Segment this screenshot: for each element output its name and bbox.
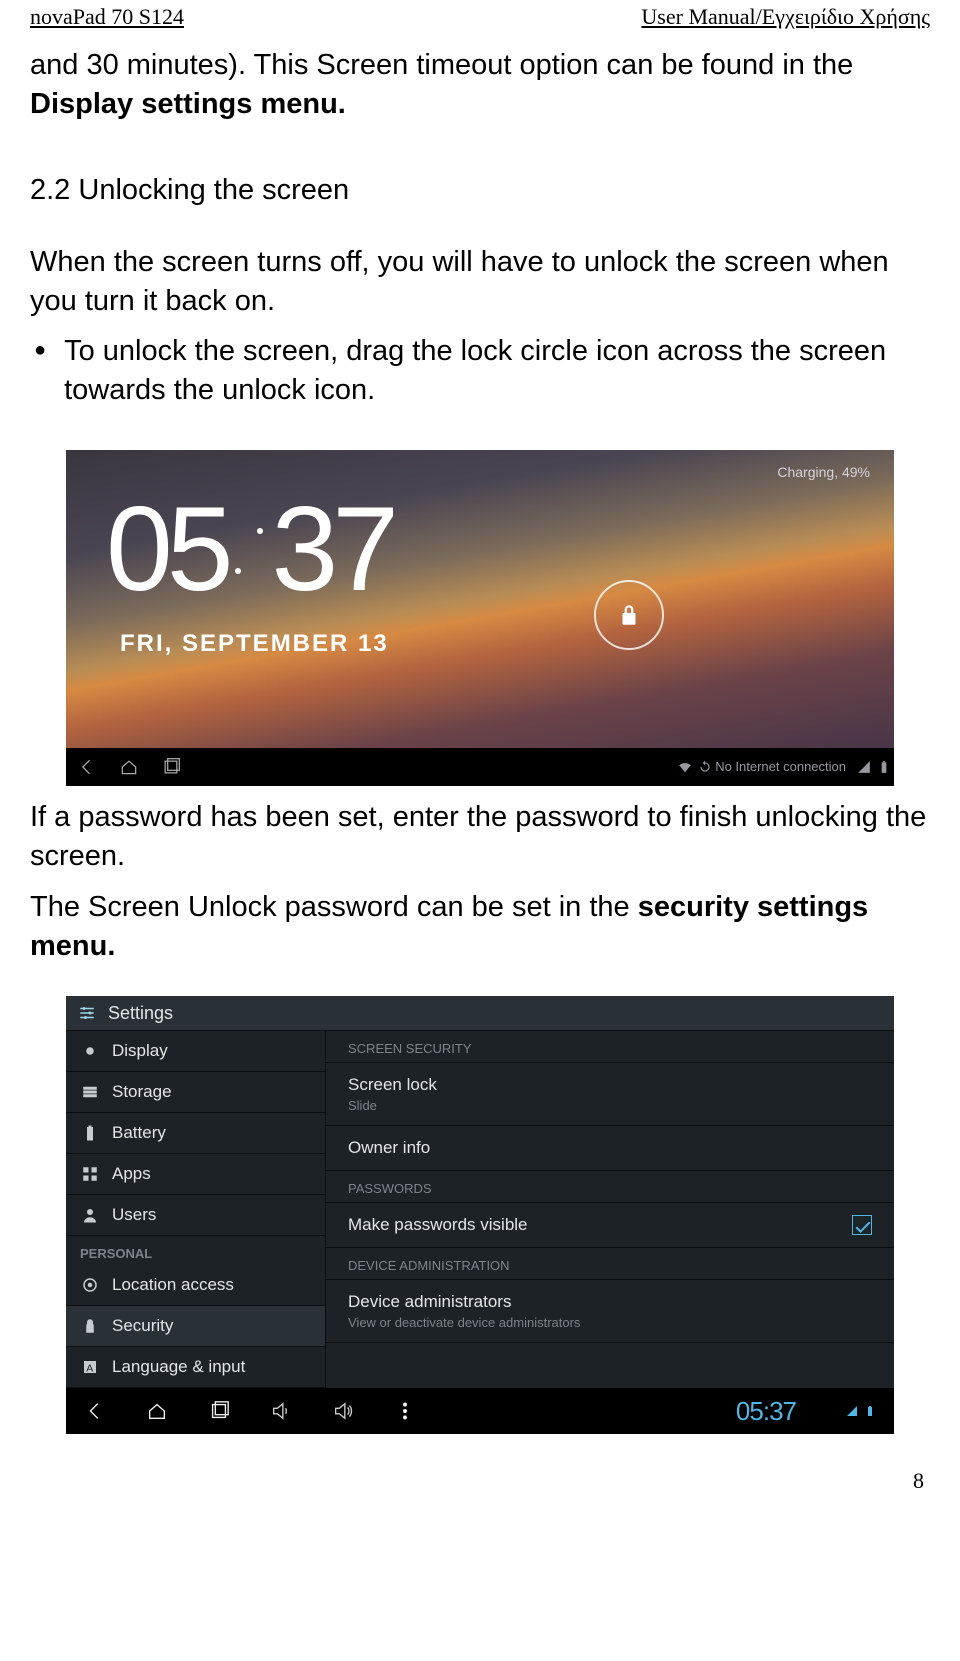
nav-recent-icon[interactable]: [150, 748, 192, 786]
users-icon: [80, 1206, 100, 1224]
navbar-status-icons: [846, 1405, 876, 1417]
signal-icon: [854, 760, 874, 774]
sidebar-item-users[interactable]: Users: [66, 1195, 325, 1236]
settings-header: Settings: [66, 996, 894, 1031]
volume-down-icon[interactable]: [270, 1400, 292, 1422]
nav-recent-icon[interactable]: [208, 1400, 230, 1422]
settings-detail: SCREEN SECURITY Screen lock Slide Owner …: [326, 1031, 894, 1388]
location-icon: [80, 1276, 100, 1294]
signal-icon: [846, 1405, 858, 1417]
lockscreen-date: FRI, SEPTEMBER 13: [120, 630, 389, 658]
connection-status: No Internet connection: [715, 759, 846, 774]
sidebar-item-storage[interactable]: Storage: [66, 1072, 325, 1113]
svg-text:A: A: [86, 1363, 93, 1375]
category-passwords: PASSWORDS: [326, 1171, 894, 1203]
setting-screen-lock[interactable]: Screen lock Slide: [326, 1063, 894, 1126]
page-number: 8: [30, 1468, 930, 1494]
lockscreen-navbar: No Internet connection: [66, 748, 894, 786]
navbar-clock: 05:37: [736, 1396, 796, 1427]
settings-figure: Settings Display Storage Battery Apps Us…: [66, 996, 894, 1434]
checkbox-checked-icon[interactable]: [852, 1215, 872, 1235]
settings-title: Settings: [108, 1003, 173, 1024]
nav-back-icon[interactable]: [84, 1400, 106, 1422]
category-screen-security: SCREEN SECURITY: [326, 1031, 894, 1063]
apps-icon: [80, 1165, 100, 1183]
settings-sliders-icon: [76, 1002, 98, 1024]
lock-icon: [616, 602, 642, 628]
header-right: User Manual/Εγχειρίδιο Χρήσης: [641, 4, 930, 30]
language-icon: A: [80, 1358, 100, 1376]
security-icon: [80, 1317, 100, 1335]
paragraph-password: If a password has been set, enter the pa…: [30, 798, 930, 876]
wifi-unavailable-icon: [675, 760, 695, 774]
page-header: novaPad 70 S124 User Manual/Εγχειρίδιο Χ…: [30, 0, 930, 34]
bullet-unlock: ● To unlock the screen, drag the lock ci…: [34, 332, 930, 410]
paragraph-security-settings: The Screen Unlock password can be set in…: [30, 888, 930, 966]
header-left: novaPad 70 S124: [30, 4, 184, 30]
setting-owner-info[interactable]: Owner info: [326, 1126, 894, 1171]
sidebar-item-battery[interactable]: Battery: [66, 1113, 325, 1154]
overflow-menu-icon[interactable]: [394, 1400, 416, 1422]
paragraph-unlock-intro: When the screen turns off, you will have…: [30, 243, 930, 321]
sidebar-item-language[interactable]: ALanguage & input: [66, 1347, 325, 1388]
lockscreen-clock: 0537: [106, 480, 393, 618]
sync-icon: [695, 760, 715, 774]
bullet-dot-icon: ●: [34, 332, 46, 410]
paragraph-timeout: and 30 minutes). This Screen timeout opt…: [30, 46, 930, 124]
category-device-admin: DEVICE ADMINISTRATION: [326, 1248, 894, 1280]
display-icon: [80, 1042, 100, 1060]
lock-ring[interactable]: [594, 580, 664, 650]
nav-home-icon[interactable]: [108, 748, 150, 786]
setting-device-administrators[interactable]: Device administrators View or deactivate…: [326, 1280, 894, 1343]
storage-icon: [80, 1083, 100, 1101]
battery-menu-icon: [80, 1124, 100, 1142]
sidebar-item-location[interactable]: Location access: [66, 1265, 325, 1306]
volume-up-icon[interactable]: [332, 1400, 354, 1422]
sidebar-category-personal: PERSONAL: [66, 1236, 325, 1265]
charging-status: Charging, 49%: [777, 464, 870, 480]
settings-sidebar: Display Storage Battery Apps Users PERSO…: [66, 1031, 326, 1388]
section-unlocking: 2.2 Unlocking the screen: [30, 174, 930, 207]
setting-make-passwords-visible[interactable]: Make passwords visible: [326, 1203, 894, 1248]
lockscreen-figure: Charging, 49% 0537 FRI, SEPTEMBER 13 No …: [66, 450, 894, 786]
sidebar-item-display[interactable]: Display: [66, 1031, 325, 1072]
settings-navbar: 05:37: [66, 1388, 894, 1434]
battery-status-icon: [864, 1405, 876, 1417]
sidebar-item-security[interactable]: Security: [66, 1306, 325, 1347]
battery-icon: [874, 760, 894, 774]
nav-home-icon[interactable]: [146, 1400, 168, 1422]
sidebar-item-apps[interactable]: Apps: [66, 1154, 325, 1195]
nav-back-icon[interactable]: [66, 748, 108, 786]
